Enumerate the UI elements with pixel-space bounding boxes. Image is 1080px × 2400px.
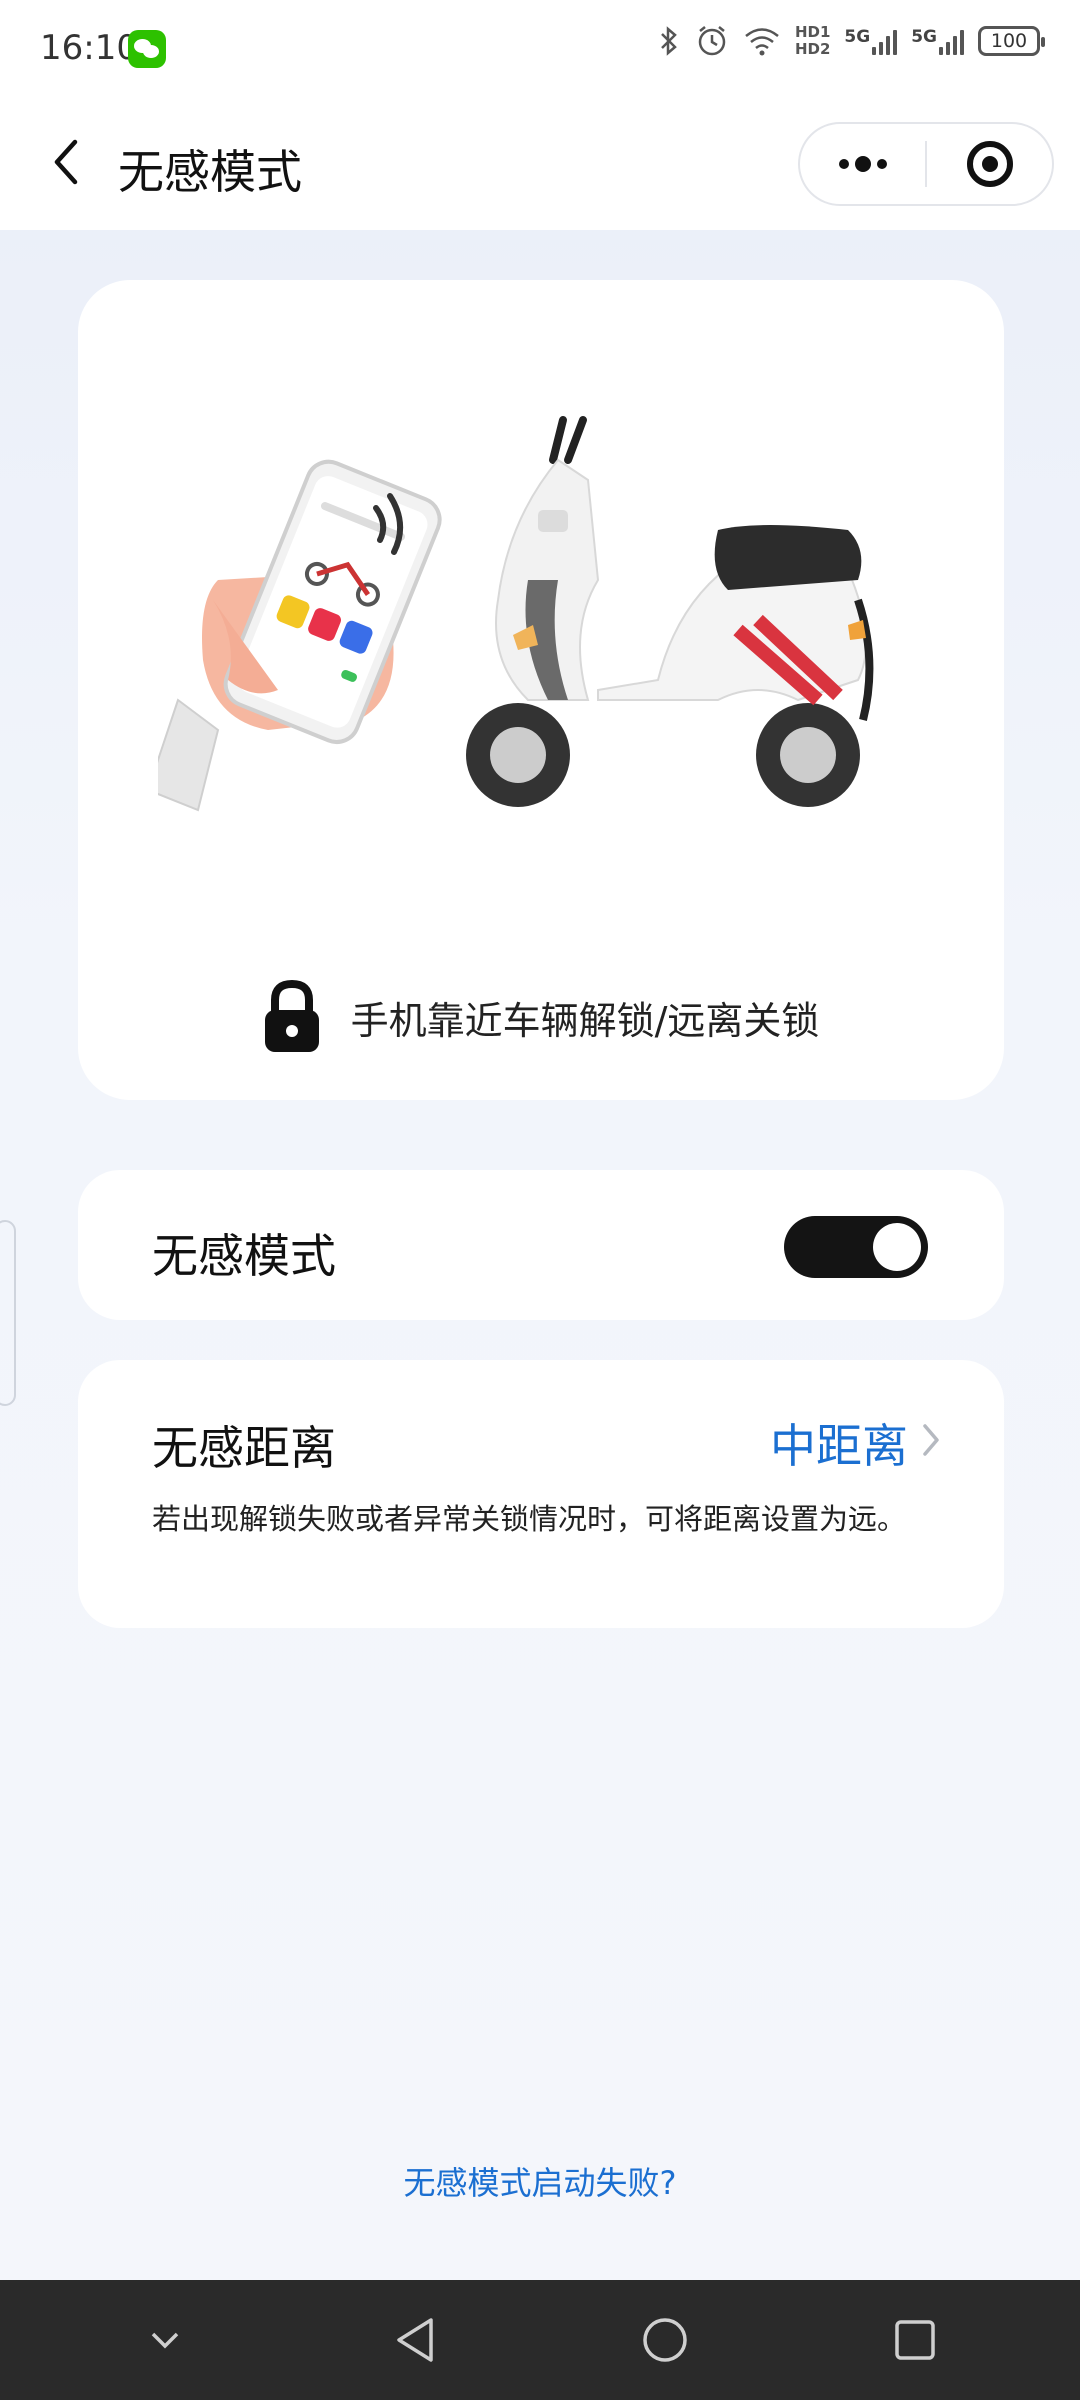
miniprogram-capsule (798, 122, 1054, 206)
close-miniprogram-button[interactable] (927, 124, 1052, 204)
chevron-right-icon (923, 1424, 939, 1456)
back-triangle-icon (397, 2318, 433, 2362)
page-title: 无感模式 (118, 145, 302, 199)
phone-scooter-illustration (158, 416, 874, 812)
hero-caption: 手机靠近车辆解锁/远离关锁 (78, 980, 1004, 1054)
home-circle-icon (643, 2318, 687, 2362)
distance-label: 无感距离 (152, 1421, 336, 1475)
signal-bars-icon (872, 27, 898, 55)
screen: 16:10 HD1 HD2 5G 5G 100 无感模式 手机靠近车辆解锁/远离… (0, 0, 1080, 2400)
sensorless-distance-card[interactable]: 无感距离 中距离 若出现解锁失败或者异常关锁情况时，可将距离设置为远。 (78, 1360, 1004, 1628)
status-bar: 16:10 HD1 HD2 5G 5G 100 (0, 0, 1080, 100)
more-icon (838, 156, 887, 172)
sim1-signal: 5G (844, 27, 898, 55)
back-button[interactable] (36, 132, 96, 192)
target-icon (966, 141, 1013, 187)
wechat-notification-icon (128, 30, 166, 68)
signal-bars-icon (939, 27, 964, 55)
nav-collapse-button[interactable] (130, 2305, 200, 2375)
scooter-graphic (466, 416, 874, 807)
alarm-icon (698, 26, 726, 56)
more-button[interactable] (800, 124, 925, 204)
lock-icon (264, 980, 319, 1052)
system-navigation-bar (0, 2280, 1080, 2400)
bluetooth-icon (661, 26, 677, 56)
chevron-down-icon (151, 2332, 179, 2349)
hd-indicator: HD1 HD2 (795, 24, 830, 58)
nav-recents-button[interactable] (880, 2305, 950, 2375)
toggle-knob (873, 1223, 921, 1271)
sim1-network-label: 5G (844, 27, 871, 47)
distance-value[interactable]: 中距离 (770, 1410, 908, 1476)
battery-level: 100 (990, 30, 1028, 52)
wifi-icon (745, 28, 779, 56)
recents-square-icon (895, 2320, 935, 2360)
edge-handle[interactable] (0, 1220, 16, 1406)
sim2-network-label: 5G (911, 27, 937, 47)
sensorless-mode-toggle[interactable] (784, 1216, 928, 1278)
nav-back-button[interactable] (380, 2305, 450, 2375)
status-icons: HD1 HD2 5G 5G 100 (657, 24, 1045, 58)
nav-home-button[interactable] (630, 2305, 700, 2375)
status-time: 16:10 (40, 28, 138, 68)
sensorless-mode-label: 无感模式 (152, 1229, 336, 1283)
hero-caption-text: 手机靠近车辆解锁/远离关锁 (350, 998, 820, 1043)
distance-description: 若出现解锁失败或者异常关锁情况时，可将距离设置为远。 (152, 1502, 907, 1536)
hd1-label: HD1 (794, 23, 831, 41)
hd2-label: HD2 (794, 40, 831, 58)
illustration-card: 手机靠近车辆解锁/远离关锁 (78, 280, 1004, 1100)
battery-icon: 100 (978, 26, 1045, 56)
activation-failed-help-link[interactable]: 无感模式启动失败? (0, 2158, 1080, 2204)
chevron-left-icon (54, 139, 78, 185)
header: 无感模式 (0, 100, 1080, 230)
hand-phone-graphic (158, 459, 442, 812)
sensorless-mode-card: 无感模式 (78, 1170, 1004, 1320)
sim2-signal: 5G (911, 27, 964, 55)
